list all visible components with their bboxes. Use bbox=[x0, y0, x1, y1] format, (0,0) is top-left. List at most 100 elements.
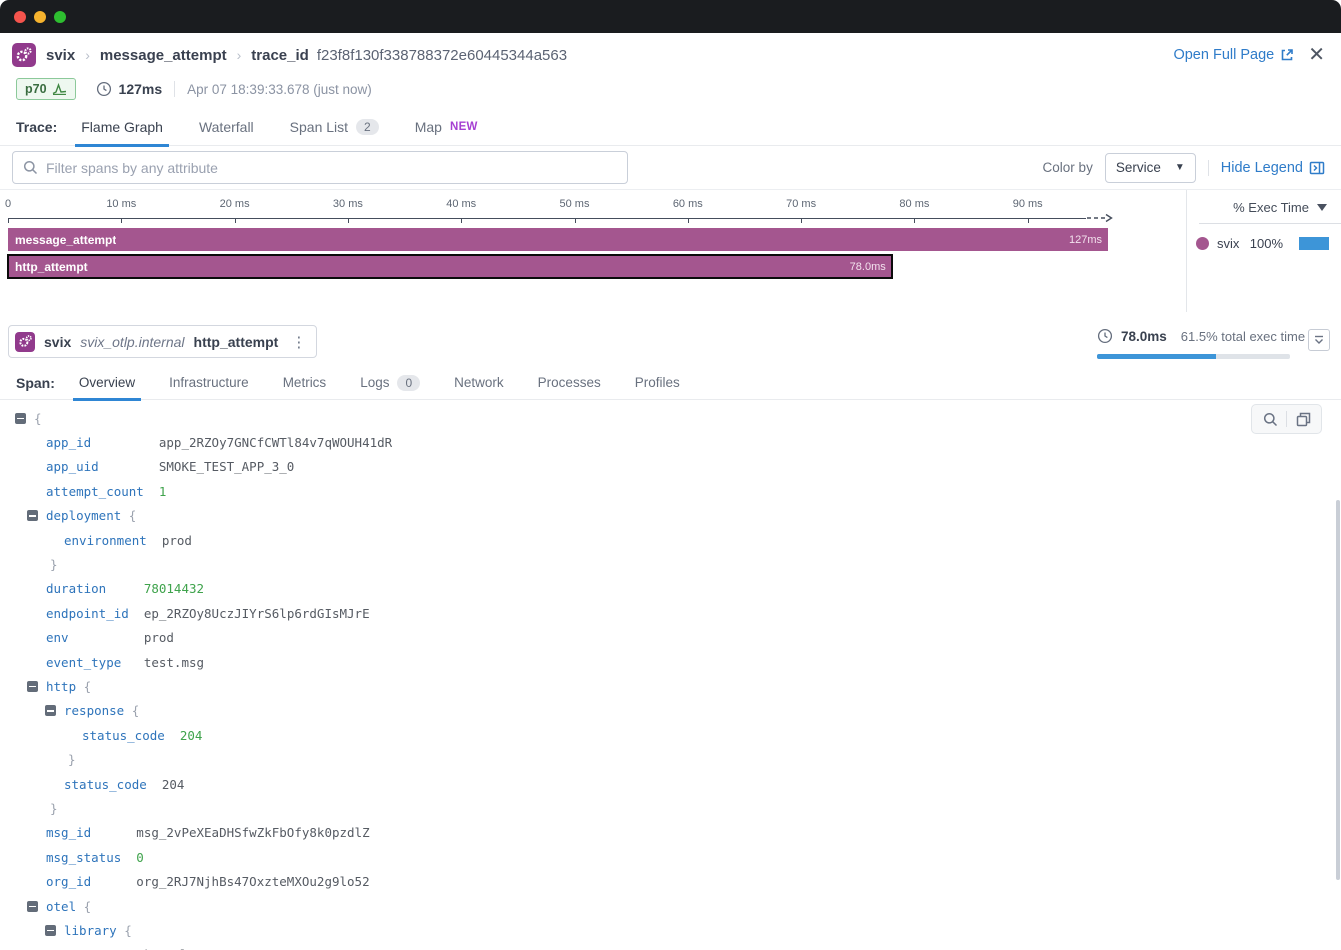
trace-tab-map[interactable]: MapNEW bbox=[415, 108, 478, 146]
span-filter-input[interactable] bbox=[46, 160, 617, 176]
open-brace: { bbox=[124, 923, 132, 938]
attribute-row: msg_idmsg_2vPeXEaDHSfwZkFbOfy8k0pzdlZ bbox=[0, 821, 1200, 845]
attribute-object-row: { bbox=[0, 406, 1200, 430]
span-tab-logs[interactable]: Logs0 bbox=[360, 366, 420, 400]
trace-tab-flame-graph[interactable]: Flame Graph bbox=[81, 108, 163, 146]
attribute-close-brace-row: } bbox=[0, 552, 1200, 576]
attribute-close-brace-row: } bbox=[0, 747, 1200, 771]
trace-header: svix › message_attempt › trace_id f23f8f… bbox=[0, 36, 1341, 74]
span-identity-box: svix svix_otlp.internal http_attempt ⋮ bbox=[8, 325, 317, 358]
close-window-button[interactable] bbox=[14, 11, 26, 23]
window-titlebar[interactable] bbox=[0, 0, 1341, 33]
chevron-right-icon: › bbox=[237, 47, 242, 63]
attribute-key[interactable]: response bbox=[64, 703, 132, 718]
span-tab-label: Logs bbox=[360, 375, 389, 390]
attribute-key[interactable]: msg_id bbox=[46, 825, 136, 840]
span-tab-infrastructure[interactable]: Infrastructure bbox=[169, 366, 249, 400]
trace-tab-waterfall[interactable]: Waterfall bbox=[199, 108, 254, 146]
attribute-key[interactable]: otel bbox=[46, 899, 84, 914]
open-full-page-link[interactable]: Open Full Page bbox=[1173, 47, 1294, 63]
attribute-row: endpoint_idep_2RZOy8UczJIYrS6lp6rdGIsMJr… bbox=[0, 601, 1200, 625]
minimize-window-button[interactable] bbox=[34, 11, 46, 23]
time-axis-line bbox=[8, 218, 1086, 219]
collapse-toggle-icon[interactable] bbox=[45, 925, 56, 936]
vertical-scrollbar[interactable] bbox=[1336, 500, 1340, 880]
attribute-key[interactable]: library bbox=[64, 923, 124, 938]
attribute-value[interactable]: ep_2RZOy8UczJIYrS6lp6rdGIsMJrE bbox=[144, 606, 370, 621]
kebab-menu-icon[interactable]: ⋮ bbox=[287, 333, 310, 351]
flame-span-message-attempt[interactable]: message_attempt127ms bbox=[8, 228, 1108, 251]
axis-tick-label: 0 bbox=[5, 198, 11, 210]
trace-tab-label: Waterfall bbox=[199, 119, 254, 135]
trace-tab-span-list[interactable]: Span List2 bbox=[290, 108, 379, 146]
attribute-value[interactable]: app_2RZOy7GNCfCWTl84v7qWOUH41dR bbox=[159, 435, 392, 450]
external-link-icon bbox=[1280, 48, 1294, 62]
attribute-key[interactable]: deployment bbox=[46, 508, 129, 523]
axis-tick-label: 90 ms bbox=[1013, 198, 1043, 210]
attribute-key[interactable]: org_id bbox=[46, 874, 136, 889]
attribute-row: app_uidSMOKE_TEST_APP_3_0 bbox=[0, 455, 1200, 479]
attribute-key[interactable]: event_type bbox=[46, 655, 144, 670]
span-filter-box[interactable] bbox=[12, 151, 628, 184]
attribute-key[interactable]: app_uid bbox=[46, 459, 159, 474]
collapse-toggle-icon[interactable] bbox=[27, 681, 38, 692]
legend-row[interactable]: svix100% bbox=[1187, 224, 1341, 251]
span-tab-network[interactable]: Network bbox=[454, 366, 504, 400]
attribute-key[interactable]: attempt_count bbox=[46, 484, 159, 499]
attribute-key[interactable]: msg_status bbox=[46, 850, 136, 865]
attribute-value[interactable]: 78014432 bbox=[144, 581, 204, 596]
attribute-value[interactable]: 204 bbox=[180, 728, 203, 743]
span-tab-profiles[interactable]: Profiles bbox=[635, 366, 680, 400]
span-tab-overview[interactable]: Overview bbox=[79, 366, 135, 400]
attribute-value[interactable]: prod bbox=[162, 533, 192, 548]
exec-time-sort-header[interactable]: % Exec Time bbox=[1187, 190, 1341, 223]
hide-legend-label: Hide Legend bbox=[1221, 160, 1303, 176]
attribute-row: app_idapp_2RZOy7GNCfCWTl84v7qWOUH41dR bbox=[0, 430, 1200, 454]
attribute-value[interactable]: 1 bbox=[159, 484, 167, 499]
collapse-toggle-icon[interactable] bbox=[45, 705, 56, 716]
percentile-badge[interactable]: p70 bbox=[16, 78, 76, 100]
color-by-select[interactable]: Service ▼ bbox=[1105, 153, 1196, 183]
attribute-key[interactable]: status_code bbox=[82, 728, 180, 743]
collapse-toggle-icon[interactable] bbox=[15, 413, 26, 424]
trace-duration: 127ms bbox=[119, 81, 163, 97]
open-brace: { bbox=[129, 508, 137, 523]
copy-attributes-button[interactable] bbox=[1287, 406, 1319, 432]
attribute-key[interactable]: env bbox=[46, 630, 144, 645]
attribute-value[interactable]: SMOKE_TEST_APP_3_0 bbox=[159, 459, 294, 474]
collapse-toggle-icon[interactable] bbox=[27, 901, 38, 912]
attribute-value[interactable]: prod bbox=[144, 630, 174, 645]
attribute-key[interactable]: endpoint_id bbox=[46, 606, 144, 621]
span-tab-metrics[interactable]: Metrics bbox=[283, 366, 327, 400]
span-tab-processes[interactable]: Processes bbox=[538, 366, 601, 400]
percentile-label: p70 bbox=[25, 82, 47, 96]
breadcrumb-service[interactable]: svix bbox=[46, 47, 75, 64]
attribute-key[interactable]: duration bbox=[46, 581, 144, 596]
collapse-toggle-icon[interactable] bbox=[27, 510, 38, 521]
flame-span-http-attempt[interactable]: http_attempt78.0ms bbox=[8, 255, 892, 278]
close-icon[interactable]: ✕ bbox=[1308, 45, 1325, 65]
breadcrumb-resource[interactable]: message_attempt bbox=[100, 47, 227, 64]
attribute-value[interactable]: 0 bbox=[136, 850, 144, 865]
attribute-value[interactable]: test.msg bbox=[144, 655, 204, 670]
attribute-object-row: library { bbox=[0, 918, 1200, 942]
service-logo-icon bbox=[15, 332, 35, 352]
attribute-value[interactable]: 204 bbox=[162, 777, 185, 792]
exec-time-progress-bar bbox=[1097, 354, 1290, 359]
flame-span-duration: 78.0ms bbox=[850, 261, 892, 273]
attribute-key[interactable]: http bbox=[46, 679, 84, 694]
attribute-key[interactable]: status_code bbox=[64, 777, 162, 792]
search-attributes-button[interactable] bbox=[1254, 406, 1286, 432]
hide-legend-link[interactable]: Hide Legend bbox=[1221, 160, 1325, 176]
axis-tick-label: 30 ms bbox=[333, 198, 363, 210]
attribute-row: status_code204 bbox=[0, 723, 1200, 747]
attribute-value[interactable]: org_2RJ7NjhBs47OxzteMXOu2g9lo52 bbox=[136, 874, 369, 889]
close-brace: } bbox=[50, 557, 58, 572]
color-by-label: Color by bbox=[1043, 160, 1093, 175]
attribute-row: envprod bbox=[0, 626, 1200, 650]
collapse-panel-button[interactable] bbox=[1308, 329, 1330, 351]
attribute-key[interactable]: app_id bbox=[46, 435, 159, 450]
attribute-value[interactable]: msg_2vPeXEaDHSfwZkFbOfy8k0pzdlZ bbox=[136, 825, 369, 840]
attribute-key[interactable]: environment bbox=[64, 533, 162, 548]
zoom-window-button[interactable] bbox=[54, 11, 66, 23]
